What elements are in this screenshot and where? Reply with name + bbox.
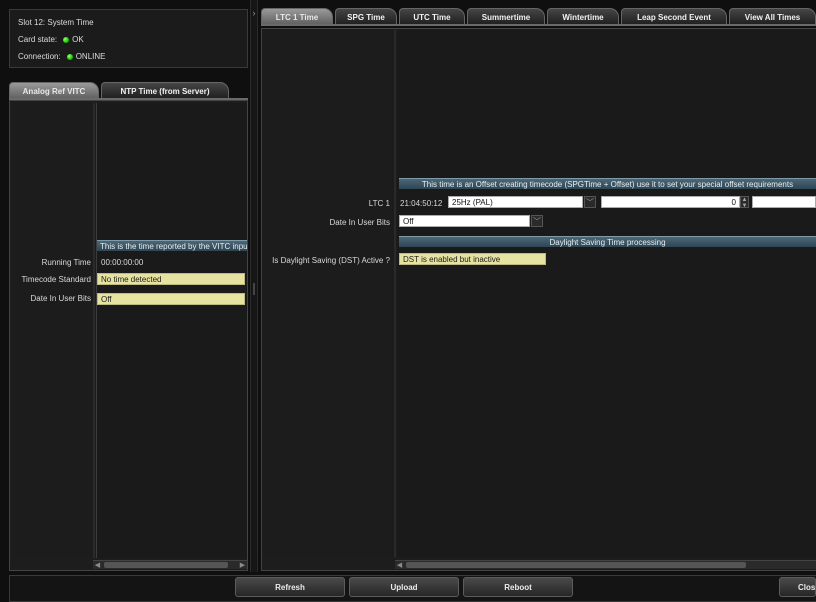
connection-led-icon	[66, 54, 73, 60]
ltc1-date-user-bits-label: Date In User Bits	[329, 218, 390, 227]
card-state-label: Card state:	[18, 35, 58, 44]
card-state-row: Card state: OK	[18, 35, 84, 44]
connection-value: ONLINE	[75, 52, 106, 61]
chevron-down-icon[interactable]: ﹀	[584, 196, 596, 208]
tab-spg-time[interactable]: SPG Time	[335, 8, 397, 25]
tab-view-all-times[interactable]: View All Times	[729, 8, 816, 25]
scroll-left-icon[interactable]: ◀	[93, 561, 102, 570]
connection-label: Connection:	[18, 52, 61, 61]
dst-active-label: Is Daylight Saving (DST) Active ?	[272, 256, 390, 265]
timecode-standard-field: No time detected	[97, 273, 245, 285]
ltc1-label-column	[262, 30, 394, 557]
tab-utc-time[interactable]: UTC Time	[399, 8, 465, 25]
tab-ltc1-time[interactable]: LTC 1 Time	[261, 8, 333, 25]
ltc1-label: LTC 1	[368, 199, 390, 208]
timecode-standard-label: Timecode Standard	[21, 275, 91, 284]
ltc1-horizontal-scrollbar[interactable]: ◀	[395, 560, 816, 569]
tab-wintertime[interactable]: Wintertime	[547, 8, 619, 25]
upload-button[interactable]: Upload	[349, 577, 459, 597]
running-time-value: 00:00:00:00	[101, 258, 144, 267]
ltc1-time-value: 21:04:50:12	[400, 199, 443, 208]
right-tabstrip-line	[261, 24, 816, 26]
tab-leap-second-event[interactable]: Leap Second Event	[621, 8, 727, 25]
ltc1-value-column	[397, 30, 816, 557]
chevron-down-icon[interactable]: ﹀	[531, 215, 543, 227]
connection-row: Connection: ONLINE	[18, 52, 106, 61]
card-status-box: Slot 12: System Time Card state: OK Conne…	[9, 9, 248, 68]
dst-header: Daylight Saving Time processing	[399, 236, 816, 247]
vitc-info-header: This is the time reported by the VITC in…	[97, 240, 247, 251]
vitc-label-column	[13, 103, 92, 558]
tab-ntp-time[interactable]: NTP Time (from Server)	[101, 82, 229, 99]
offset-info-header: This time is an Offset creating timecode…	[399, 178, 816, 189]
scroll-left-icon[interactable]: ◀	[395, 561, 404, 570]
ltc1-offset-input[interactable]: 0	[601, 196, 740, 208]
ltc1-scroll-thumb[interactable]	[406, 562, 746, 568]
vitc-date-user-bits-label: Date In User Bits	[30, 294, 91, 303]
scroll-right-icon[interactable]: ▶	[238, 561, 247, 570]
close-button[interactable]: Close	[779, 577, 816, 597]
splitter-grip-icon[interactable]	[253, 283, 255, 295]
vitc-horizontal-scrollbar[interactable]: ◀ ▶	[93, 560, 247, 569]
tab-analog-ref-vitc[interactable]: Analog Ref VITC	[9, 82, 99, 99]
vitc-date-user-bits-field: Off	[97, 293, 245, 305]
card-state-led-icon	[63, 37, 70, 43]
vitc-value-column	[96, 103, 247, 558]
chevron-right-icon[interactable]: ›	[250, 8, 258, 22]
slot-title: Slot 12: System Time	[18, 18, 94, 27]
ltc1-rate-select[interactable]: 25Hz (PAL)	[448, 196, 583, 208]
dst-active-field: DST is enabled but inactive	[399, 253, 546, 265]
tab-summertime[interactable]: Summertime	[467, 8, 545, 25]
ltc1-column-splitter[interactable]	[394, 30, 396, 557]
vitc-column-splitter[interactable]	[93, 103, 95, 558]
spin-updown-icon[interactable]: ▲ ▼	[740, 196, 749, 209]
ltc1-extra-field[interactable]	[752, 196, 816, 208]
card-state-value: OK	[72, 35, 84, 44]
ltc1-date-user-bits-select[interactable]: Off	[399, 215, 530, 227]
reboot-button[interactable]: Reboot	[463, 577, 573, 597]
refresh-button[interactable]: Refresh	[235, 577, 345, 597]
vitc-scroll-thumb[interactable]	[104, 562, 228, 568]
running-time-label: Running Time	[41, 258, 91, 267]
